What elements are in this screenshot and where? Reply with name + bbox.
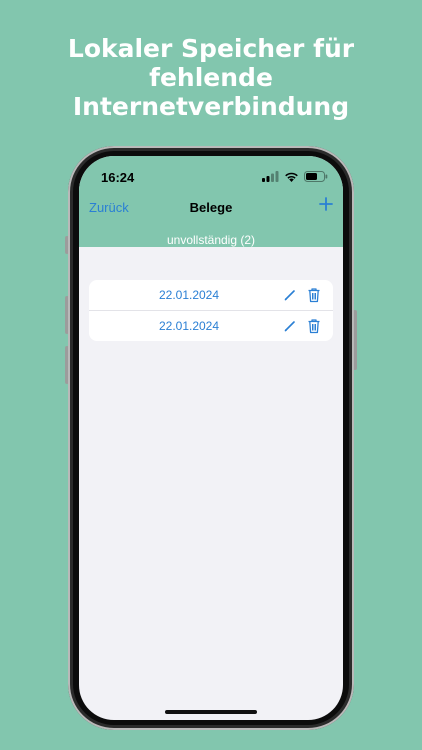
segment-label-incomplete[interactable]: unvollständig (2)	[79, 233, 343, 247]
home-indicator[interactable]	[165, 710, 257, 714]
list-item[interactable]: 22.01.2024	[89, 280, 333, 310]
trash-icon[interactable]	[307, 287, 321, 303]
promo-headline-line-2: fehlende	[149, 63, 273, 92]
wifi-icon	[285, 172, 298, 182]
receipt-date[interactable]: 22.01.2024	[89, 319, 289, 333]
promo-headline-line-1: Lokaler Speicher für	[67, 34, 355, 63]
nav-title: Belege	[189, 200, 233, 215]
battery-icon	[304, 170, 328, 182]
receipt-list: 22.01.2024 22.01.2024	[89, 280, 333, 341]
promo-headline: Lokaler Speicher für fehlende Internetve…	[0, 34, 422, 121]
app-header: 16:24 Zurück Belege unvollständig (2)	[79, 156, 343, 247]
pencil-icon[interactable]	[283, 288, 297, 302]
app-screen: 16:24 Zurück Belege unvollständig (2) 22…	[79, 156, 343, 720]
status-icons	[262, 170, 328, 182]
phone-frame: 16:24 Zurück Belege unvollständig (2) 22…	[68, 146, 354, 730]
pencil-icon[interactable]	[283, 319, 297, 333]
list-item[interactable]: 22.01.2024	[89, 310, 333, 341]
receipt-date[interactable]: 22.01.2024	[89, 288, 289, 302]
trash-icon[interactable]	[307, 318, 321, 334]
plus-icon[interactable]	[318, 196, 334, 212]
promo-headline-line-3: Internetverbindung	[72, 92, 350, 121]
cellular-signal-icon	[262, 170, 279, 182]
status-time: 16:24	[101, 170, 135, 185]
